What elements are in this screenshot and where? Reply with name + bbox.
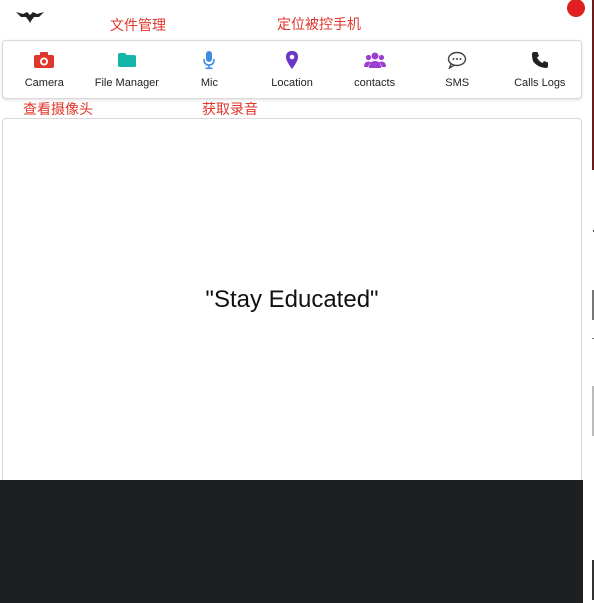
chat-bubble-icon: [447, 49, 467, 71]
calls-logs-button[interactable]: Calls Logs: [498, 41, 581, 98]
feature-toolbar: Camera File Manager Mic Location contact…: [2, 40, 582, 99]
annotation-camera: 查看摄像头: [23, 101, 93, 117]
location-label: Location: [271, 77, 313, 89]
annotation-mic: 获取录音: [202, 101, 258, 117]
camera-label: Camera: [24, 77, 64, 89]
main-content-panel: "Stay Educated": [2, 118, 582, 481]
dark-footer-panel: [0, 480, 583, 603]
status-indicator: [567, 0, 585, 17]
map-pin-icon: [285, 49, 299, 71]
annotation-file-manager: 文件管理: [110, 17, 166, 33]
sms-label: SMS: [445, 77, 470, 89]
calls-logs-label: Calls Logs: [514, 77, 566, 89]
users-icon: [363, 49, 386, 71]
folder-icon: [117, 49, 137, 71]
camera-icon: [33, 49, 55, 71]
quote-text: "Stay Educated": [205, 286, 379, 313]
contacts-button[interactable]: contacts: [333, 41, 416, 98]
mic-label: Mic: [200, 77, 218, 89]
annotation-location: 定位被控手机: [277, 16, 361, 32]
bird-logo-icon: [15, 9, 45, 23]
file-manager-button[interactable]: File Manager: [86, 41, 169, 98]
window-edge: [592, 0, 594, 600]
location-button[interactable]: Location: [251, 41, 334, 98]
microphone-icon: [202, 49, 216, 71]
file-manager-label: File Manager: [94, 77, 159, 89]
camera-button[interactable]: Camera: [3, 41, 86, 98]
sms-button[interactable]: SMS: [416, 41, 499, 98]
phone-icon: [531, 49, 549, 71]
mic-button[interactable]: Mic: [168, 41, 251, 98]
contacts-label: contacts: [354, 77, 396, 89]
